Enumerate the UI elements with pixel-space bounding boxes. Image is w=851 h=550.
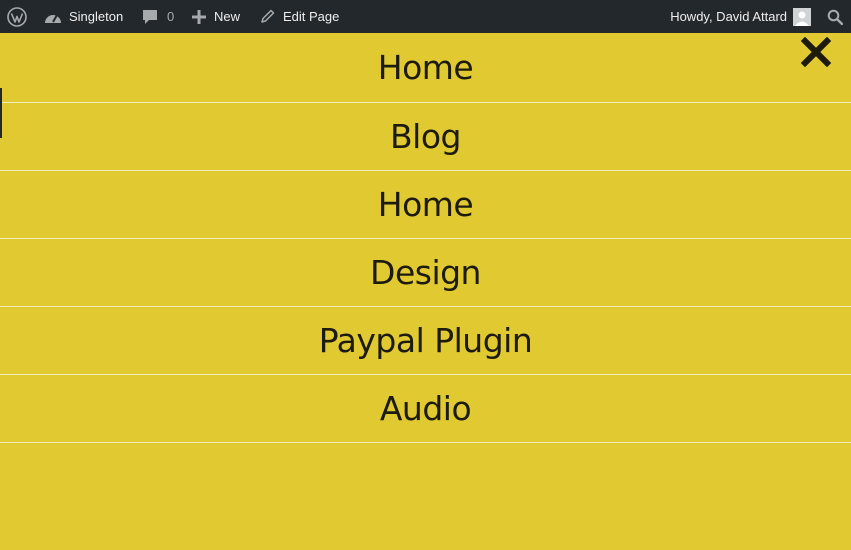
menu-item-home[interactable]: Home (0, 33, 851, 103)
edit-page-label: Edit Page (283, 9, 340, 24)
comments-count: 0 (167, 9, 175, 24)
wordpress-menu[interactable] (7, 0, 29, 33)
menu-item-design[interactable]: Design (0, 239, 851, 307)
search-button[interactable] (827, 0, 843, 33)
howdy-text: Howdy, David Attard (670, 9, 787, 24)
my-account-menu[interactable]: Howdy, David Attard (670, 0, 811, 33)
comments-link[interactable]: 0 (142, 0, 174, 33)
nav-menu: Home Blog Home Design Paypal Plugin Audi… (0, 33, 851, 443)
edge-divider (0, 88, 2, 138)
new-content-button[interactable]: New (192, 0, 240, 33)
user-avatar-icon (793, 7, 811, 26)
admin-bar: Singleton 0 New Edit Page Howdy, David A… (0, 0, 851, 33)
new-label: New (214, 9, 241, 24)
wordpress-logo-icon (7, 6, 27, 27)
menu-item-home-2[interactable]: Home (0, 171, 851, 239)
close-icon (800, 36, 832, 71)
menu-item-blog[interactable]: Blog (0, 103, 851, 171)
close-menu-button[interactable] (800, 36, 832, 68)
dashboard-gauge-icon (44, 10, 62, 24)
menu-item-paypal-plugin[interactable]: Paypal Plugin (0, 307, 851, 375)
edit-page-button[interactable]: Edit Page (260, 0, 339, 33)
site-name: Singleton (69, 9, 124, 24)
site-name-link[interactable]: Singleton (44, 0, 123, 33)
menu-overlay: Home Blog Home Design Paypal Plugin Audi… (0, 33, 851, 550)
plus-icon (192, 9, 206, 24)
pencil-icon (260, 9, 275, 24)
search-icon (827, 9, 843, 25)
menu-item-audio[interactable]: Audio (0, 375, 851, 443)
comment-bubble-icon (142, 9, 158, 25)
